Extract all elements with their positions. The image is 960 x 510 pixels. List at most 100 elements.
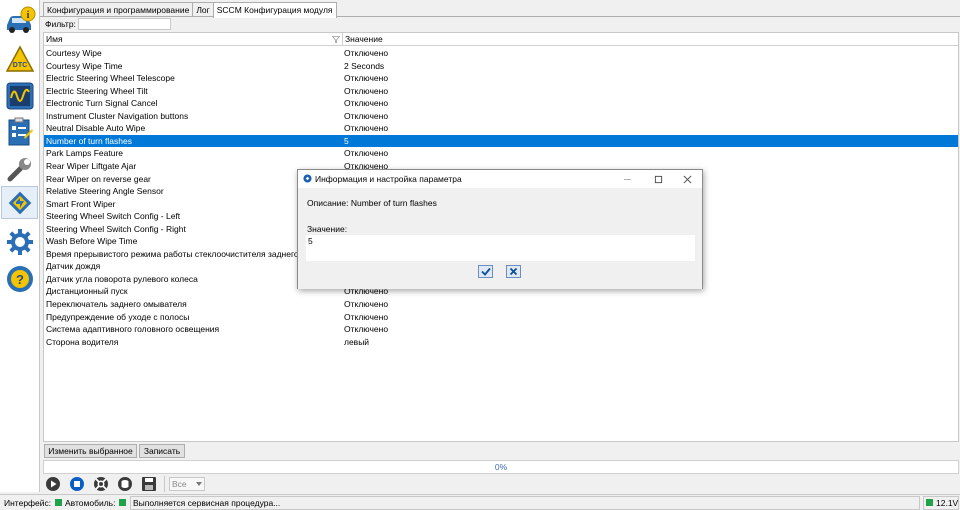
progress-bar: 0% — [43, 460, 959, 474]
column-header-name[interactable]: Имя — [44, 33, 343, 46]
tab-sccm-config[interactable]: SCCM Конфигурация модуля — [212, 2, 337, 18]
table-row[interactable]: Electronic Turn Signal Cancel Отключено — [44, 97, 958, 110]
chevron-down-icon — [196, 482, 202, 486]
minimize-button[interactable] — [620, 172, 634, 186]
lifebuoy-button[interactable] — [92, 475, 110, 493]
checklist-icon[interactable] — [3, 115, 36, 148]
filter-select[interactable]: Все — [169, 477, 205, 491]
dialog-value-text: 5 — [308, 236, 313, 246]
stop-button[interactable] — [68, 475, 86, 493]
close-button[interactable] — [680, 172, 694, 186]
toolbar: Все — [44, 475, 205, 493]
filter-input[interactable] — [78, 18, 171, 30]
row-name: Rear Wiper Liftgate Ajar — [46, 160, 137, 171]
table-row[interactable]: Система адаптивного головного освещения О… — [44, 323, 958, 336]
row-name: Neutral Disable Auto Wipe — [46, 123, 146, 134]
dialog-body: Описание: Number of turn flashes Значени… — [298, 188, 702, 289]
table-row[interactable]: Сторона водителя левый — [44, 336, 958, 349]
sidebar: i DTC ? — [0, 0, 40, 492]
row-name: Instrument Cluster Navigation buttons — [46, 110, 189, 121]
maximize-icon — [654, 175, 662, 183]
table-row[interactable]: Courtesy Wipe Time 2 Seconds — [44, 60, 958, 73]
app-icon — [303, 174, 312, 183]
row-name: Electric Steering Wheel Tilt — [46, 85, 148, 96]
vehicle-label: Автомобиль: — [65, 498, 116, 508]
grid-header: Имя Значение — [44, 33, 958, 46]
row-value: Отключено — [344, 148, 389, 159]
minimize-icon — [623, 178, 631, 180]
row-value: Отключено — [344, 85, 389, 96]
gear-icon[interactable] — [3, 225, 36, 258]
row-name: Предупреждение об уходе с полосы — [46, 311, 190, 322]
parameter-dialog: Информация и настройка параметра Описани… — [297, 169, 703, 289]
tab-log[interactable]: Лог — [192, 2, 214, 17]
row-name: Wash Before Wipe Time — [46, 236, 138, 247]
stop-icon — [70, 477, 84, 491]
row-name: Дистанционный пуск — [46, 286, 128, 297]
lifebuoy-icon — [94, 477, 108, 491]
play-icon — [46, 477, 60, 491]
tab-divider — [40, 16, 960, 17]
database-button[interactable] — [116, 475, 134, 493]
cancel-button[interactable] — [506, 265, 521, 278]
table-row[interactable]: Number of turn flashes 5 — [44, 134, 958, 148]
row-name: Courtesy Wipe — [46, 48, 102, 58]
row-name: Система адаптивного головного освещения — [46, 324, 220, 335]
status-bar: Интерфейс: Автомобиль: Выполняется серви… — [0, 494, 960, 510]
row-name: Number of turn flashes — [46, 135, 132, 146]
row-name: Electronic Turn Signal Cancel — [46, 98, 158, 109]
interface-label: Интерфейс: — [4, 498, 52, 508]
table-row[interactable]: Electric Steering Wheel Tilt Отключено — [44, 85, 958, 98]
save-icon — [142, 477, 156, 491]
toolbar-separator — [164, 476, 165, 492]
cross-icon — [509, 267, 518, 276]
table-row[interactable]: Переключатель заднего омывателя Отключено — [44, 298, 958, 311]
table-row[interactable]: Neutral Disable Auto Wipe Отключено — [44, 122, 958, 135]
row-name: Rear Wiper on reverse gear — [46, 173, 151, 184]
help-icon[interactable]: ? — [3, 262, 36, 295]
oscilloscope-icon[interactable] — [3, 79, 36, 112]
table-row[interactable]: Предупреждение об уходе с полосы Отключен… — [44, 311, 958, 324]
progress-text: 0% — [494, 462, 508, 472]
voltage-status-led — [926, 499, 933, 506]
row-value: Отключено — [344, 299, 389, 309]
module-config-icon[interactable] — [1, 186, 38, 219]
table-row[interactable]: Park Lamps Feature Отключено — [44, 147, 958, 160]
interface-status-led — [55, 499, 62, 506]
filter-select-value: Все — [172, 479, 187, 489]
row-name: Сторона водителя — [46, 336, 119, 347]
dialog-description: Описание: Number of turn flashes — [307, 198, 437, 208]
database-icon — [118, 477, 132, 491]
row-name: Steering Wheel Switch Config - Right — [46, 223, 186, 234]
column-header-value[interactable]: Значение — [343, 33, 643, 46]
row-name: Smart Front Wiper — [46, 198, 116, 209]
voltage-value: 12.1V — [936, 498, 959, 508]
row-value: 2 Seconds — [344, 60, 385, 71]
row-value: Отключено — [344, 73, 389, 84]
write-button[interactable]: Записать — [139, 444, 185, 458]
table-row[interactable]: Courtesy Wipe Отключено — [44, 47, 958, 60]
edit-selected-button[interactable]: Изменить выбранное — [44, 444, 137, 458]
svg-text:i: i — [26, 10, 29, 21]
status-message: Выполняется сервисная процедура... — [130, 496, 920, 510]
play-button[interactable] — [44, 475, 62, 493]
row-value: Отключено — [344, 324, 389, 335]
tab-configuration[interactable]: Конфигурация и программирование — [43, 2, 194, 17]
dialog-title: Информация и настройка параметра — [315, 174, 462, 184]
svg-text:DTC: DTC — [12, 62, 26, 69]
dialog-value-field[interactable]: 5 — [306, 235, 695, 261]
maximize-button[interactable] — [651, 172, 665, 186]
filter-funnel-icon[interactable] — [332, 36, 340, 43]
table-row[interactable]: Instrument Cluster Navigation buttons Отк… — [44, 110, 958, 123]
wrench-icon[interactable] — [3, 152, 36, 185]
dialog-titlebar[interactable]: Информация и настройка параметра — [298, 170, 702, 188]
svg-text:?: ? — [16, 272, 24, 287]
dtc-icon[interactable]: DTC — [3, 42, 36, 75]
row-value: Отключено — [344, 98, 389, 109]
table-row[interactable]: Electric Steering Wheel Telescope Отключе… — [44, 72, 958, 85]
vehicle-info-icon[interactable]: i — [3, 3, 36, 36]
save-button[interactable] — [140, 475, 158, 493]
checkmark-icon — [480, 267, 491, 276]
filter-label: Фильтр: — [45, 19, 76, 29]
confirm-button[interactable] — [478, 265, 493, 278]
